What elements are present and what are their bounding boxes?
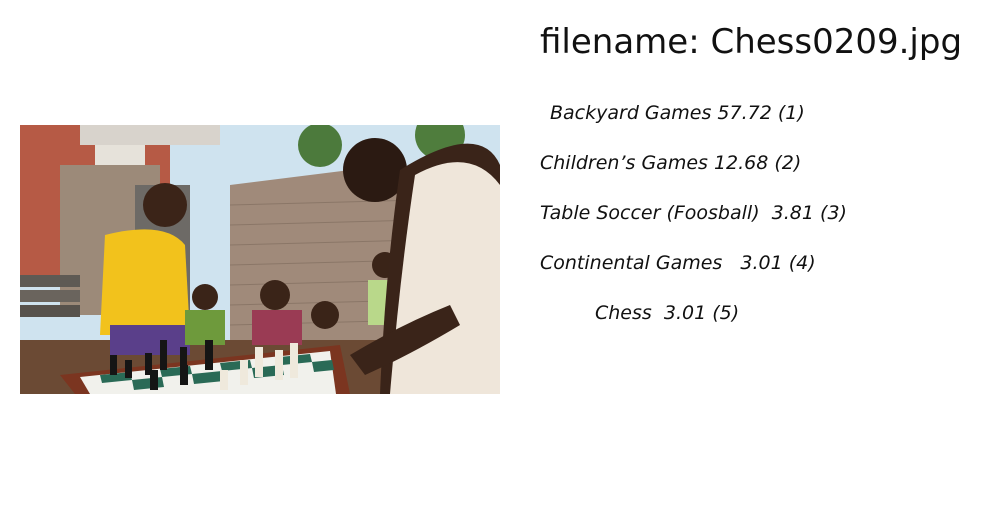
prediction-2: Children’s Games 12.68 (2)	[540, 152, 802, 174]
prediction-5: Chess 3.01 (5)	[595, 302, 740, 324]
page: filename: Chess0209.jpg Backyard Games 5…	[0, 0, 1000, 520]
photo-image-icon	[20, 125, 500, 394]
prediction-4: Continental Games 3.01 (4)	[540, 252, 816, 274]
chess-photo	[20, 125, 500, 394]
filename-heading: filename: Chess0209.jpg	[540, 22, 963, 62]
prediction-1: Backyard Games 57.72 (1)	[550, 102, 805, 124]
prediction-3: Table Soccer (Foosball) 3.81 (3)	[540, 202, 847, 224]
